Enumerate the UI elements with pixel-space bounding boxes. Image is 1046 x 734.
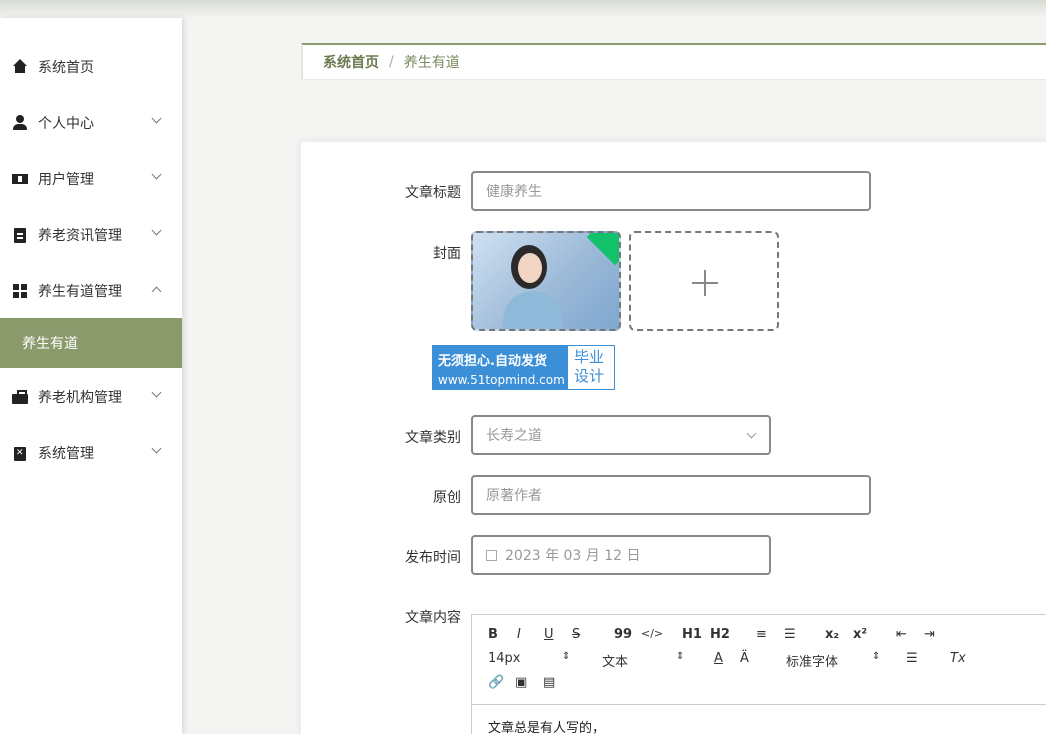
sidebar: 系统首页 个人中心 用户管理 养老资讯管理 养生有道管理 养生有道 养老机构管理… [0, 18, 182, 734]
cover-image-thumbnail[interactable] [471, 231, 621, 331]
editor-content[interactable]: 文章总是有人写的， [488, 717, 605, 734]
clear-format-button[interactable]: Tx [950, 651, 966, 666]
category-label: 文章类别 [405, 430, 461, 446]
chevron-down-icon [151, 169, 162, 180]
promo-badge-2: 设计 [574, 367, 605, 385]
heading-1-button[interactable]: H1 [682, 627, 702, 642]
original-input-value: 原著作者 [486, 488, 542, 504]
publish-date-value: 2023 年 03 月 12 日 [505, 548, 641, 564]
promo-line-1: 无须担心.自动发货 [438, 354, 547, 369]
sidebar-subitem-label: 养生有道 [22, 336, 78, 352]
breadcrumb-home[interactable]: 系统首页 [323, 52, 379, 72]
sidebar-item-label: 用户管理 [38, 172, 94, 188]
home-icon [12, 59, 28, 75]
bold-button[interactable]: B [488, 627, 498, 642]
form-card: 文章标题 健康养生 封面 无须担心.自动发货 www.51topmind.com… [301, 142, 1046, 734]
add-cover-button[interactable] [629, 231, 779, 331]
breadcrumb-current: 养生有道 [403, 55, 460, 71]
briefcase-icon [12, 389, 28, 405]
title-label: 文章标题 [405, 185, 461, 201]
sidebar-item-label: 系统管理 [38, 446, 94, 462]
sidebar-item-institutions[interactable]: 养老机构管理 [0, 372, 182, 422]
upload-success-check-icon [586, 233, 619, 266]
subscript-button[interactable]: x₂ [825, 627, 839, 642]
users-icon [12, 171, 28, 187]
text-style-arrows-icon: ⇕ [676, 651, 685, 662]
sidebar-item-system[interactable]: 系统管理 [0, 428, 182, 478]
clipboard-icon [12, 445, 28, 461]
content-label: 文章内容 [405, 610, 461, 626]
link-icon[interactable]: 🔗 [488, 675, 504, 690]
heading-2-button[interactable]: H2 [710, 627, 730, 642]
italic-button[interactable]: I [517, 627, 521, 642]
code-block-button[interactable]: </> [641, 627, 663, 640]
publish-date-picker[interactable]: 2023 年 03 月 12 日 [471, 535, 771, 575]
align-icon[interactable]: ☰ [906, 651, 918, 666]
sidebar-item-home[interactable]: 系统首页 [0, 42, 182, 92]
title-input[interactable]: 健康养生 [471, 171, 871, 211]
sidebar-item-health[interactable]: 养生有道管理 [0, 266, 182, 316]
user-icon [12, 115, 28, 131]
title-input-value: 健康养生 [486, 184, 542, 200]
indent-icon[interactable]: ⇥ [924, 627, 935, 642]
document-icon [12, 227, 28, 243]
editor-toolbar: B I U S 99 </> H1 H2 ≡ ☰ x₂ x² ⇤ ⇥ 14px … [472, 615, 1046, 705]
chevron-down-icon [151, 443, 162, 454]
font-size-select[interactable]: 14px [488, 651, 521, 666]
font-size-arrows-icon: ⇕ [562, 651, 571, 662]
sidebar-item-label: 系统首页 [38, 60, 94, 76]
cover-label: 封面 [433, 246, 461, 262]
chevron-down-icon [151, 113, 162, 124]
image-icon[interactable]: ▣ [515, 675, 527, 690]
sidebar-item-label: 养生有道管理 [38, 284, 122, 300]
font-family-arrows-icon: ⇕ [872, 651, 881, 662]
blockquote-button[interactable]: 99 [614, 627, 632, 642]
bullet-list-icon[interactable]: ☰ [784, 627, 796, 642]
cover-image-face [518, 253, 542, 283]
sidebar-subitem-health[interactable]: 养生有道 [0, 318, 182, 368]
sidebar-item-label: 养老资讯管理 [38, 228, 122, 244]
font-color-icon[interactable]: A [714, 651, 723, 666]
sidebar-item-personal[interactable]: 个人中心 [0, 98, 182, 148]
promo-badge-1: 毕业 [574, 348, 605, 366]
calendar-icon [486, 549, 497, 561]
chevron-up-icon [151, 286, 162, 297]
sidebar-item-news[interactable]: 养老资讯管理 [0, 210, 182, 260]
chevron-down-icon [151, 387, 162, 398]
underline-button[interactable]: U [544, 627, 554, 642]
text-style-select[interactable]: 文本 [602, 651, 628, 670]
original-label: 原创 [433, 490, 461, 506]
video-icon[interactable]: ▤ [543, 675, 555, 690]
font-family-select[interactable]: 标准字体 [786, 651, 838, 670]
sidebar-item-label: 养老机构管理 [38, 390, 122, 406]
cover-image-dress [503, 291, 563, 329]
category-select-value: 长寿之道 [486, 428, 542, 444]
chevron-down-icon [746, 428, 757, 439]
grid-icon [12, 283, 28, 299]
outdent-icon[interactable]: ⇤ [896, 627, 907, 642]
publish-time-label: 发布时间 [405, 550, 461, 566]
superscript-button[interactable]: x² [853, 627, 867, 642]
ordered-list-icon[interactable]: ≡ [756, 627, 767, 642]
strike-button[interactable]: S [572, 627, 580, 642]
rich-text-editor: B I U S 99 </> H1 H2 ≡ ☰ x₂ x² ⇤ ⇥ 14px … [471, 614, 1046, 734]
background-color-icon[interactable]: Ä [740, 651, 749, 666]
breadcrumb: 系统首页 / 养生有道 [301, 43, 1046, 80]
promo-banner[interactable]: 无须担心.自动发货 www.51topmind.com 毕业 设计 [432, 345, 615, 390]
sidebar-item-users[interactable]: 用户管理 [0, 154, 182, 204]
promo-line-2: www.51topmind.com [438, 373, 565, 387]
breadcrumb-separator: / [389, 54, 394, 70]
original-input[interactable]: 原著作者 [471, 475, 871, 515]
top-bar [0, 0, 1046, 18]
chevron-down-icon [151, 225, 162, 236]
sidebar-item-label: 个人中心 [38, 116, 94, 132]
category-select[interactable]: 长寿之道 [471, 415, 771, 455]
